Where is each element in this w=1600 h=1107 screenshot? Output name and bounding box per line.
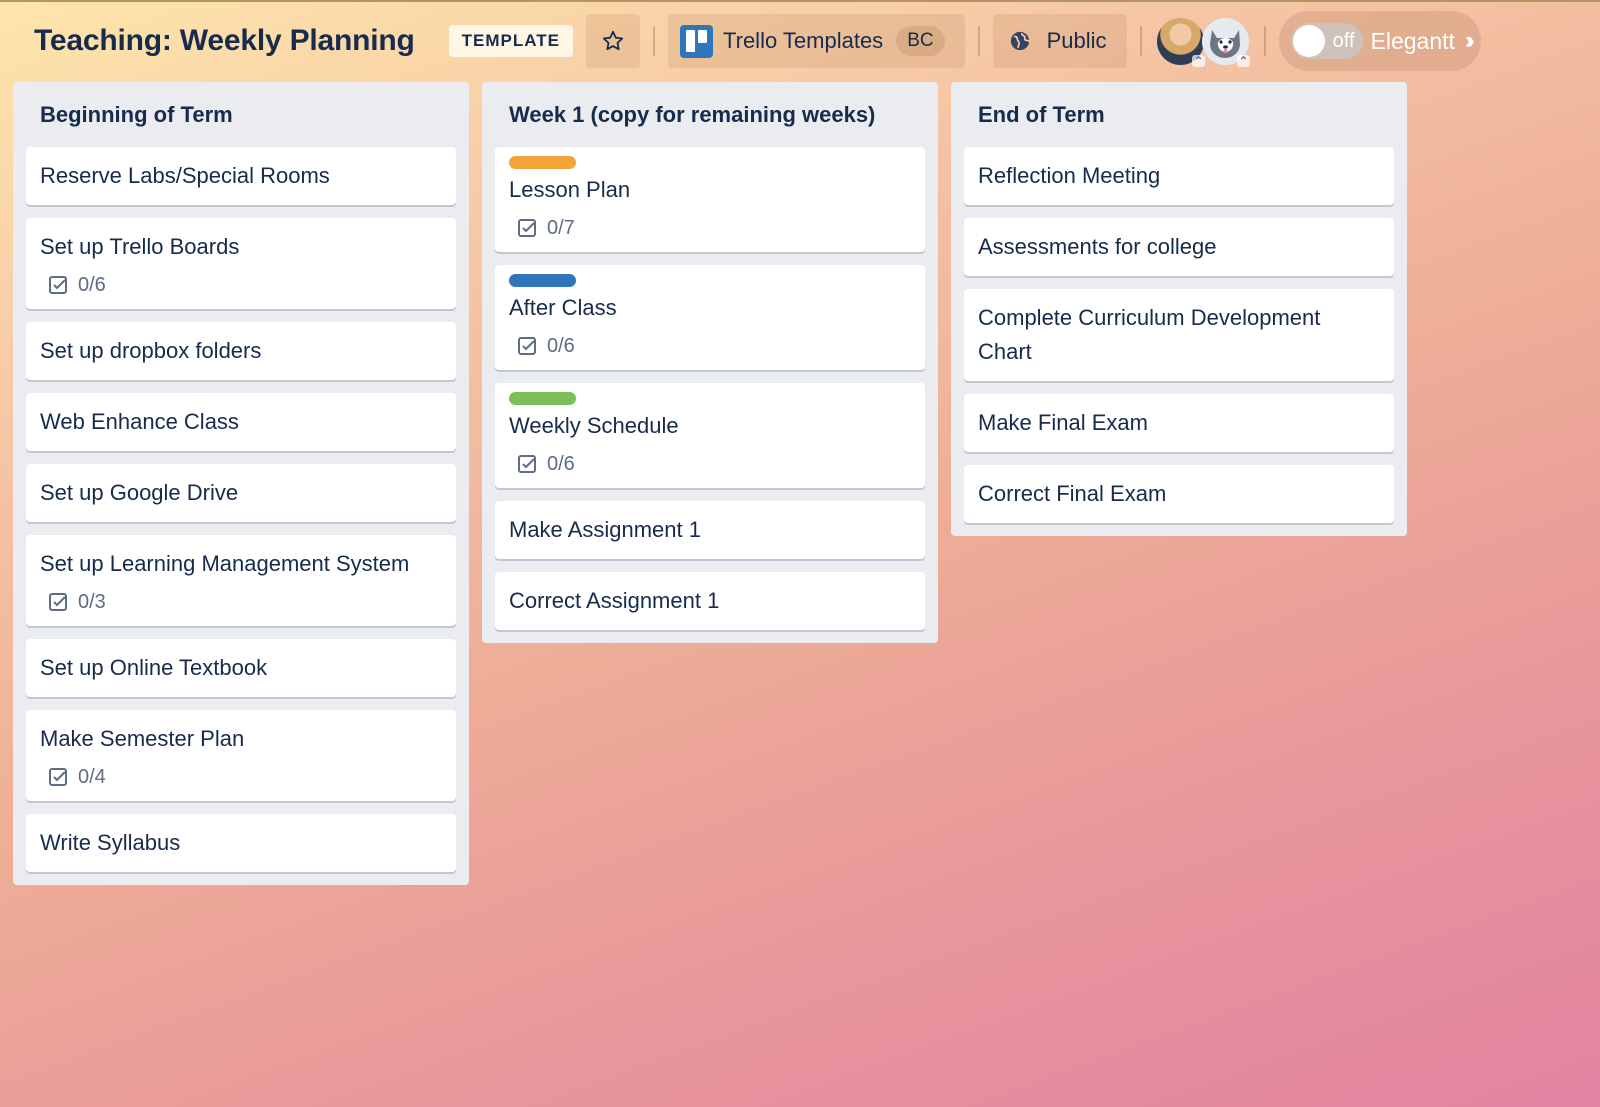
template-badge: TEMPLATE — [448, 25, 573, 57]
header-divider — [1263, 26, 1266, 56]
card-title: Set up Trello Boards — [40, 234, 240, 259]
card-title: Correct Assignment 1 — [509, 588, 720, 613]
card[interactable]: Reserve Labs/Special Rooms — [26, 147, 456, 205]
card[interactable]: Set up Trello Boards 0/6 — [26, 218, 456, 309]
card-label-orange[interactable] — [509, 156, 576, 169]
card-title: Set up dropbox folders — [40, 338, 262, 363]
card[interactable]: Complete Curriculum Development Chart — [964, 289, 1394, 381]
elegantt-toggle[interactable]: off — [1290, 23, 1363, 59]
card-title: After Class — [509, 295, 617, 320]
card[interactable]: Set up Online Textbook — [26, 639, 456, 697]
checklist-count: 0/6 — [547, 334, 575, 357]
star-board-button[interactable] — [586, 14, 640, 68]
workspace-badge: BC — [896, 26, 945, 56]
checklist-badge: 0/7 — [517, 216, 911, 240]
card-title: Set up Learning Management System — [40, 551, 410, 576]
card-label-green[interactable] — [509, 392, 576, 405]
card[interactable]: Assessments for college — [964, 218, 1394, 276]
card[interactable]: Set up Learning Management System 0/3 — [26, 535, 456, 626]
header-divider — [653, 26, 655, 56]
trello-logo-icon — [680, 24, 713, 58]
card[interactable]: Web Enhance Class — [26, 393, 456, 451]
card[interactable]: Make Semester Plan 0/4 — [26, 710, 456, 801]
list-title[interactable]: Beginning of Term — [26, 82, 456, 147]
visibility-label: Public — [1046, 28, 1107, 53]
toggle-state: off — [1332, 29, 1355, 52]
card-title: Set up Online Textbook — [40, 655, 268, 680]
member-avatar-husky[interactable]: ⌃ — [1201, 17, 1250, 68]
double-chevron-right-icon: ›› — [1464, 27, 1475, 54]
globe-icon — [1010, 31, 1030, 51]
card[interactable]: Correct Assignment 1 — [495, 572, 925, 630]
checklist-icon — [49, 768, 67, 786]
card-title: Reserve Labs/Special Rooms — [40, 163, 330, 188]
card-title: Make Semester Plan — [40, 726, 245, 751]
workspace-button[interactable]: Trello Templates BC — [668, 14, 965, 68]
board-members: ⌃ ⌃ — [1156, 17, 1250, 68]
card-title: Complete Curriculum Development Chart — [978, 305, 1321, 364]
checklist-badge: 0/6 — [48, 273, 442, 297]
card-title: Weekly Schedule — [509, 413, 679, 438]
card-title: Write Syllabus — [40, 830, 181, 855]
card[interactable]: Lesson Plan 0/7 — [495, 147, 925, 252]
checklist-count: 0/7 — [547, 216, 575, 239]
card-title: Set up Google Drive — [40, 480, 239, 505]
card[interactable]: Write Syllabus — [26, 814, 456, 872]
board-header: Teaching: Weekly Planning TEMPLATE Trell… — [0, 2, 1600, 80]
card[interactable]: Reflection Meeting — [964, 147, 1394, 205]
card-label-blue[interactable] — [509, 274, 576, 287]
checklist-count: 0/6 — [78, 273, 106, 296]
card[interactable]: Set up dropbox folders — [26, 322, 456, 380]
list-beginning-of-term: Beginning of Term Reserve Labs/Special Ro… — [13, 82, 469, 885]
board-lists: Beginning of Term Reserve Labs/Special Ro… — [13, 82, 1407, 885]
card-title: Lesson Plan — [509, 177, 631, 202]
elegantt-toggle-button[interactable]: off Elegantt ›› — [1278, 11, 1481, 71]
card-title: Reflection Meeting — [978, 163, 1161, 188]
checklist-icon — [518, 219, 536, 237]
member-avatar-woman[interactable]: ⌃ — [1156, 17, 1205, 67]
card-title: Web Enhance Class — [40, 409, 239, 434]
checklist-badge: 0/3 — [48, 590, 442, 614]
header-divider — [977, 26, 980, 56]
checklist-count: 0/4 — [78, 765, 106, 788]
visibility-button[interactable]: Public — [992, 14, 1127, 68]
admin-chevron-icon: ⌃ — [1237, 53, 1250, 68]
checklist-icon — [518, 455, 536, 473]
card-title: Make Assignment 1 — [509, 517, 701, 542]
list-title[interactable]: Week 1 (copy for remaining weeks) — [495, 82, 925, 147]
checklist-badge: 0/6 — [517, 452, 911, 476]
elegantt-label: Elegantt — [1370, 27, 1455, 54]
card[interactable]: Set up Google Drive — [26, 464, 456, 522]
toggle-knob — [1292, 25, 1325, 57]
card[interactable]: Make Assignment 1 — [495, 501, 925, 559]
board-title[interactable]: Teaching: Weekly Planning — [34, 24, 415, 58]
card[interactable]: Correct Final Exam — [964, 465, 1394, 523]
checklist-icon — [518, 337, 536, 355]
card[interactable]: Make Final Exam — [964, 394, 1394, 452]
card-title: Correct Final Exam — [978, 481, 1167, 506]
list-title[interactable]: End of Term — [964, 82, 1394, 147]
list-week-1-copy-for-remaining-weeks: Week 1 (copy for remaining weeks) Lesson … — [482, 82, 938, 643]
star-icon — [602, 30, 624, 51]
checklist-icon — [49, 276, 67, 294]
checklist-icon — [49, 593, 67, 611]
card[interactable]: Weekly Schedule 0/6 — [495, 383, 925, 488]
checklist-count: 0/3 — [78, 590, 106, 613]
card[interactable]: After Class 0/6 — [495, 265, 925, 370]
card-title: Make Final Exam — [978, 410, 1148, 435]
checklist-count: 0/6 — [547, 452, 575, 475]
list-end-of-term: End of Term Reflection Meeting Assessments… — [951, 82, 1407, 536]
workspace-name: Trello Templates — [723, 28, 884, 53]
checklist-badge: 0/4 — [48, 765, 442, 789]
header-divider — [1139, 26, 1142, 56]
checklist-badge: 0/6 — [517, 334, 911, 358]
card-title: Assessments for college — [978, 234, 1217, 259]
